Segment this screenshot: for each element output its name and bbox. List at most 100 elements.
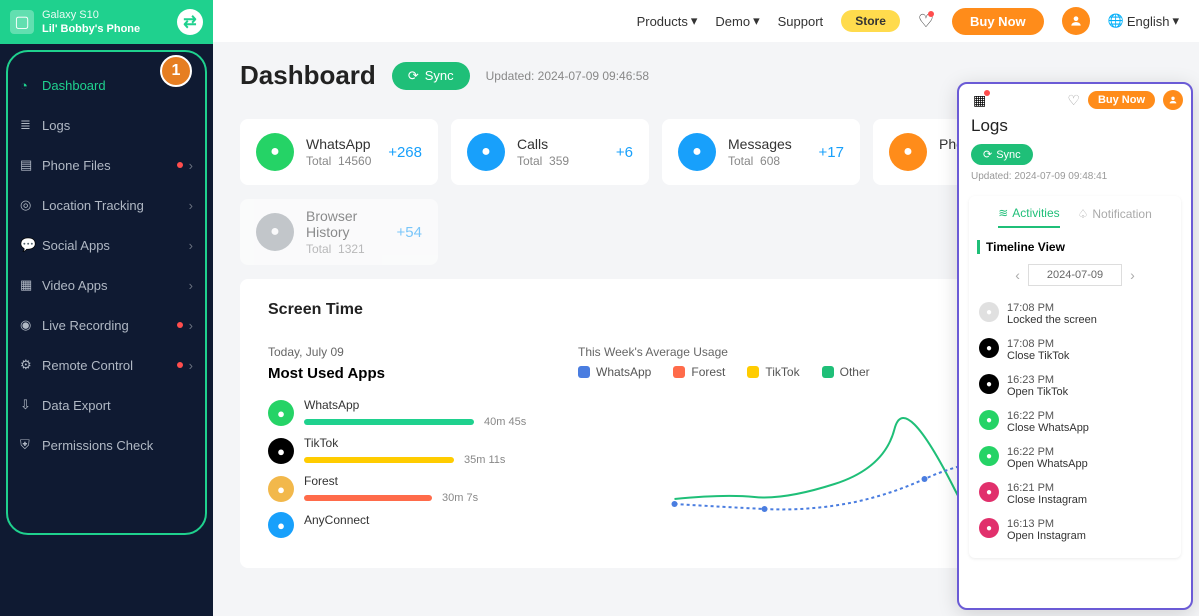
language-select[interactable]: 🌐English▾ — [1108, 13, 1179, 29]
card-icon: ● — [467, 133, 505, 171]
device-header[interactable]: ▢ Galaxy S10 Lil' Bobby's Phone ⇄ — [0, 0, 213, 44]
timeline-event[interactable]: ●16:21 PMClose Instagram — [977, 476, 1173, 512]
event-icon: ● — [979, 410, 999, 430]
mobile-buy-now[interactable]: Buy Now — [1088, 91, 1155, 109]
event-icon: ● — [979, 374, 999, 394]
timeline-event[interactable]: ●16:13 PMOpen Instagram — [977, 512, 1173, 548]
sidebar-item-data-export[interactable]: ⇩Data Export — [0, 385, 213, 425]
avatar[interactable] — [1062, 7, 1090, 35]
nav-products[interactable]: Products▾ — [637, 13, 698, 29]
chevron-right-icon: › — [189, 238, 193, 253]
event-desc: Close TikTok — [1007, 350, 1069, 362]
timeline-event[interactable]: ●16:22 PMOpen WhatsApp — [977, 440, 1173, 476]
card-total: Total 14560 — [306, 154, 376, 168]
app-bar — [304, 495, 432, 501]
legend-item: TikTok — [747, 365, 799, 379]
store-button[interactable]: Store — [841, 10, 900, 32]
sync-button[interactable]: ⟳Sync — [392, 62, 470, 90]
legend-item: Forest — [673, 365, 725, 379]
date-prev[interactable]: ‹ — [1015, 267, 1020, 283]
device-model: Galaxy S10 — [42, 8, 169, 22]
app-bar — [304, 419, 474, 425]
timeline-event[interactable]: ● 17:08 PMClose TikTok — [977, 332, 1173, 368]
nav-support[interactable]: Support — [778, 14, 824, 29]
legend-label: TikTok — [765, 365, 799, 379]
app-icon: ● — [268, 400, 294, 426]
sidebar-item-phone-files[interactable]: ▤Phone Files› — [0, 145, 213, 185]
timeline-event[interactable]: ●16:23 PMOpen TikTok — [977, 368, 1173, 404]
app-row: ●AnyConnect — [268, 512, 538, 538]
date-display[interactable]: 2024-07-09 — [1028, 264, 1122, 286]
mobile-avatar[interactable] — [1163, 90, 1183, 110]
mobile-overlay: ▦ ♡ Buy Now Logs ⟳Sync Updated: 2024-07-… — [957, 82, 1193, 610]
sidebar-item-location-tracking[interactable]: ◎Location Tracking› — [0, 185, 213, 225]
nav-demo[interactable]: Demo▾ — [715, 13, 759, 29]
chevron-right-icon: › — [189, 278, 193, 293]
chevron-down-icon: ▾ — [753, 13, 760, 29]
sidebar-item-logs[interactable]: ≣Logs — [0, 105, 213, 145]
timeline-event[interactable]: ●17:08 PMLocked the screen — [977, 296, 1173, 332]
sidebar-label: Social Apps — [42, 238, 189, 253]
mobile-sync-button[interactable]: ⟳Sync — [971, 144, 1033, 165]
legend-swatch — [822, 366, 834, 378]
bell-icon[interactable]: ♡ — [918, 11, 934, 32]
mobile-logo-icon: ▦ — [973, 92, 986, 109]
event-time: 16:22 PM — [1007, 446, 1088, 458]
stat-card-calls[interactable]: ●CallsTotal 359+6 — [451, 119, 649, 185]
sidebar-item-remote-control[interactable]: ⚙Remote Control› — [0, 345, 213, 385]
stat-card-messages[interactable]: ●MessagesTotal 608+17 — [662, 119, 860, 185]
sidebar-label: Phone Files — [42, 158, 177, 173]
card-delta: +54 — [397, 224, 422, 241]
event-icon: ● — [979, 446, 999, 466]
chevron-down-icon: ▾ — [691, 13, 698, 29]
card-name: Calls — [517, 136, 604, 152]
sidebar-label: Video Apps — [42, 278, 189, 293]
alert-dot — [177, 162, 183, 168]
app-icon: ● — [268, 476, 294, 502]
chevron-down-icon: ▾ — [1172, 13, 1179, 29]
event-time: 16:13 PM — [1007, 518, 1086, 530]
app-icon: ● — [268, 438, 294, 464]
card-total: Total 608 — [728, 154, 807, 168]
legend-swatch — [673, 366, 685, 378]
sidebar-item-social-apps[interactable]: 💬Social Apps› — [0, 225, 213, 265]
tab-notification[interactable]: ♤Notification — [1078, 206, 1152, 228]
chevron-right-icon: › — [189, 358, 193, 373]
sidebar-icon: ▦ — [20, 277, 42, 293]
sidebar-item-video-apps[interactable]: ▦Video Apps› — [0, 265, 213, 305]
sidebar-icon: ◔ — [20, 78, 42, 93]
legend-swatch — [747, 366, 759, 378]
event-icon: ● — [979, 338, 999, 358]
android-icon: ▢ — [10, 10, 34, 34]
swap-icon[interactable]: ⇄ — [177, 9, 203, 35]
sidebar-label: Live Recording — [42, 318, 177, 333]
sidebar-label: Data Export — [42, 398, 193, 413]
card-name: WhatsApp — [306, 136, 376, 152]
app-name: Forest — [304, 474, 538, 488]
most-used-title: Most Used Apps — [268, 365, 538, 382]
buy-now-button[interactable]: Buy Now — [952, 8, 1044, 35]
sidebar: ▢ Galaxy S10 Lil' Bobby's Phone ⇄ ◔Dashb… — [0, 0, 213, 616]
date-next[interactable]: › — [1130, 267, 1135, 283]
app-name: AnyConnect — [304, 513, 538, 527]
stat-card-browser-history[interactable]: ●Browser HistoryTotal 1321+54 — [240, 199, 438, 265]
event-icon: ● — [979, 302, 999, 322]
bell-icon[interactable]: ♡ — [1067, 92, 1080, 109]
bell-icon: ♤ — [1078, 207, 1089, 221]
timeline-event[interactable]: ●16:22 PMClose WhatsApp — [977, 404, 1173, 440]
tab-activities[interactable]: ≋Activities — [998, 206, 1059, 228]
sidebar-label: Remote Control — [42, 358, 177, 373]
sidebar-item-permissions-check[interactable]: ⛨Permissions Check — [0, 425, 213, 465]
app-duration: 40m 45s — [484, 416, 526, 428]
layers-icon: ≋ — [998, 206, 1008, 220]
sidebar-label: Permissions Check — [42, 438, 193, 453]
sidebar-item-live-recording[interactable]: ◉Live Recording› — [0, 305, 213, 345]
event-time: 17:08 PM — [1007, 338, 1069, 350]
stat-card-whatsapp[interactable]: ●WhatsAppTotal 14560+268 — [240, 119, 438, 185]
updated-text: Updated: 2024-07-09 09:46:58 — [486, 69, 649, 83]
sidebar-label: Location Tracking — [42, 198, 189, 213]
app-bar — [304, 457, 454, 463]
card-delta: +6 — [616, 144, 633, 161]
sidebar-icon: ▤ — [20, 157, 42, 173]
annotation-badge-1: 1 — [160, 55, 192, 87]
